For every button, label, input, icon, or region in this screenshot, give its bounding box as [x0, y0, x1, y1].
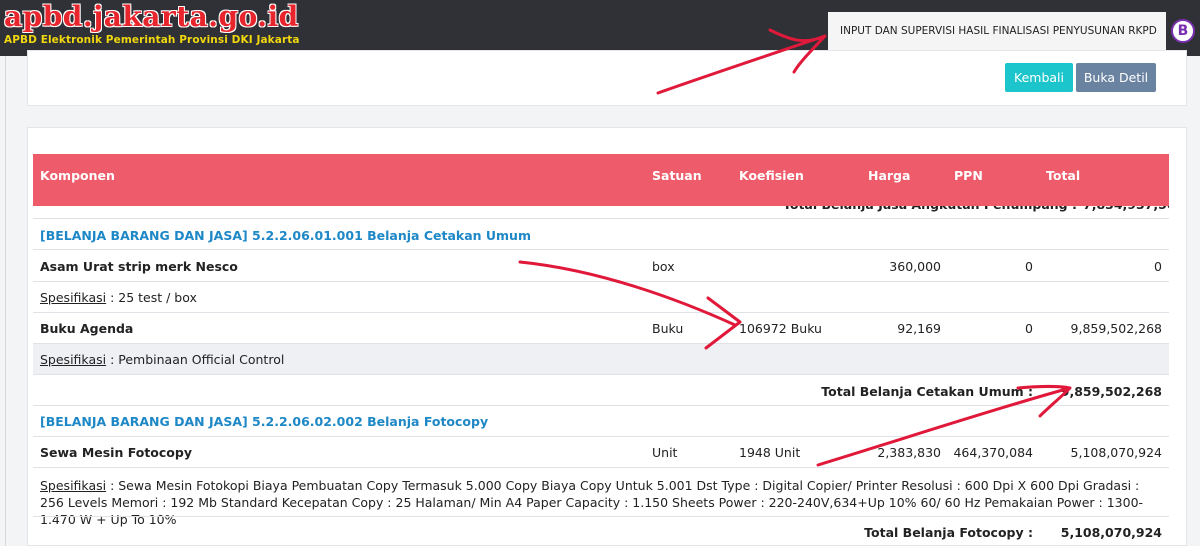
subtotal-row: Total Belanja Fotocopy : 5,108,070,924: [33, 516, 1169, 546]
spec-label[interactable]: Spesifikasi: [40, 290, 106, 305]
subtotal-label: Total Belanja Cetakan Umum :: [821, 384, 1033, 399]
group-title-fotocopy[interactable]: [BELANJA BARANG DAN JASA] 5.2.2.06.02.00…: [40, 414, 488, 429]
item-ppn: 0: [1025, 259, 1033, 274]
buka-detil-button[interactable]: Buka Detil: [1076, 63, 1156, 92]
item-total: 0: [1154, 259, 1162, 274]
spec-text: : Pembinaan Official Control: [106, 352, 285, 367]
top-header-bar: apbd.jakarta.go.id APBD Elektronik Pemer…: [0, 0, 1200, 75]
item-koefisien: 106972 Buku: [739, 321, 822, 336]
subtotal-label: Total Belanja Fotocopy :: [864, 525, 1033, 540]
subtotal-value: 5,108,070,924: [1060, 525, 1162, 540]
col-komponen[interactable]: Komponen: [40, 154, 115, 198]
brand-subtitle: APBD Elektronik Pemerintah Provinsi DKI …: [4, 34, 300, 46]
item-koefisien: 1948 Unit: [739, 445, 801, 460]
group-header-row: [BELANJA BARANG DAN JASA] 5.2.2.06.01.00…: [33, 218, 1169, 249]
item-satuan: Unit: [652, 445, 678, 460]
spec-row: Spesifikasi : Sewa Mesin Fotokopi Biaya …: [33, 467, 1169, 527]
spec-label[interactable]: Spesifikasi: [40, 478, 106, 493]
item-ppn: 0: [1025, 321, 1033, 336]
item-total: 9,859,502,268: [1070, 321, 1162, 336]
col-harga[interactable]: Harga: [868, 154, 910, 198]
item-satuan: Buku: [652, 321, 684, 336]
col-total[interactable]: Total: [1046, 154, 1080, 198]
col-ppn[interactable]: PPN: [954, 154, 983, 198]
page-label: INPUT DAN SUPERVISI HASIL FINALISASI PEN…: [828, 12, 1166, 75]
item-name: Sewa Mesin Fotocopy: [40, 445, 192, 460]
brand-title: apbd.jakarta.go.id: [4, 0, 299, 33]
item-ppn: 464,370,084: [953, 445, 1033, 460]
item-total: 5,108,070,924: [1070, 445, 1162, 460]
item-harga: 92,169: [897, 321, 941, 336]
group-header-row: [BELANJA BARANG DAN JASA] 5.2.2.06.02.00…: [33, 405, 1169, 436]
item-name: Asam Urat strip merk Nesco: [40, 259, 238, 274]
spec-text-wrap: Spesifikasi : Pembinaan Official Control: [40, 352, 284, 367]
table-row: Buku Agenda Buku 106972 Buku 92,169 0 9,…: [33, 312, 1169, 343]
brand-logo[interactable]: apbd.jakarta.go.id APBD Elektronik Pemer…: [4, 0, 300, 47]
left-divider: [5, 56, 6, 546]
col-koefisien[interactable]: Koefisien: [739, 154, 804, 198]
spec-label[interactable]: Spesifikasi: [40, 352, 106, 367]
item-name: Buku Agenda: [40, 321, 134, 336]
user-avatar[interactable]: B: [1171, 19, 1195, 43]
item-harga: 2,383,830: [877, 445, 941, 460]
table-row: Asam Urat strip merk Nesco box 360,000 0…: [33, 249, 1169, 281]
table-header: Komponen Satuan Koefisien Harga PPN Tota…: [33, 154, 1169, 206]
spec-row: Spesifikasi : Pembinaan Official Control: [33, 343, 1169, 374]
subtotal-row: Total Belanja Cetakan Umum : 9,859,502,2…: [33, 374, 1169, 405]
spec-text-wrap: Spesifikasi : 25 test / box: [40, 290, 197, 305]
spec-row: Spesifikasi : 25 test / box: [33, 281, 1169, 312]
item-satuan: box: [652, 259, 675, 274]
kembali-button[interactable]: Kembali: [1005, 63, 1073, 92]
group-title-cetakan-umum[interactable]: [BELANJA BARANG DAN JASA] 5.2.2.06.01.00…: [40, 228, 531, 243]
item-harga: 360,000: [889, 259, 941, 274]
table-row: Sewa Mesin Fotocopy Unit 1948 Unit 2,383…: [33, 436, 1169, 467]
col-satuan[interactable]: Satuan: [652, 154, 702, 198]
subtotal-value: 9,859,502,268: [1060, 384, 1162, 399]
spec-text: : 25 test / box: [106, 290, 197, 305]
